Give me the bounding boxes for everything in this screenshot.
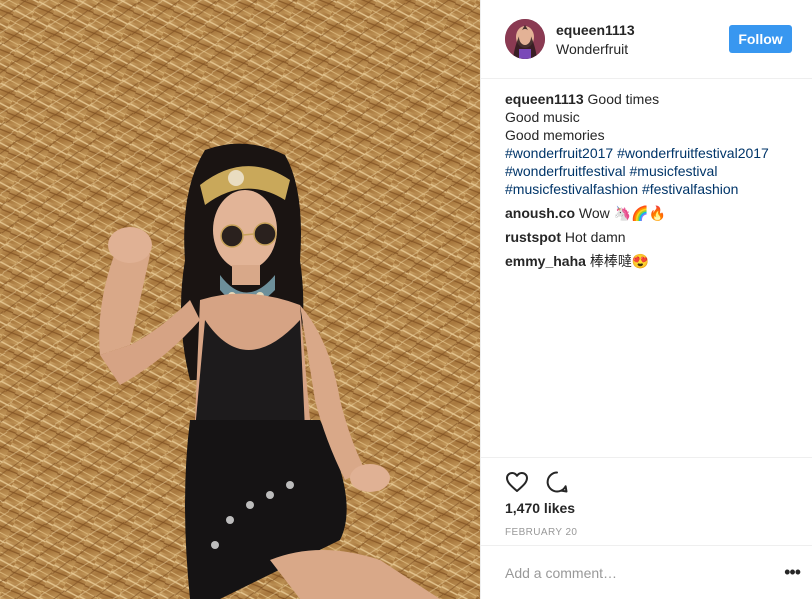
comment-text: Wow 🦄🌈🔥 xyxy=(578,205,666,221)
caption-line-1: Good times xyxy=(587,91,660,107)
post-author-username[interactable]: equeen1113 xyxy=(556,22,635,38)
likes-count[interactable]: 1,470 likes xyxy=(505,500,575,516)
heart-icon[interactable] xyxy=(505,470,529,494)
caption-line-2: Good music xyxy=(505,109,580,125)
hashtag-link[interactable]: #wonderfruit2017 xyxy=(505,145,613,161)
photo-illustration xyxy=(0,0,480,599)
avatar[interactable] xyxy=(505,19,545,59)
post-caption: equeen1113 Good times Good music Good me… xyxy=(505,90,800,198)
post-actions xyxy=(481,457,812,493)
post-location[interactable]: Wonderfruit xyxy=(556,41,628,57)
post-header: equeen1113 Wonderfruit Follow xyxy=(481,0,812,79)
comment-item: emmy_haha 棒棒噠😍 xyxy=(505,252,800,270)
follow-button[interactable]: Follow xyxy=(729,25,792,53)
caption-username[interactable]: equeen1113 xyxy=(505,91,584,107)
post-side-panel: equeen1113 Wonderfruit Follow equeen1113… xyxy=(480,0,812,599)
avatar-image xyxy=(505,19,545,59)
comment-item: anoush.co Wow 🦄🌈🔥 xyxy=(505,204,800,222)
comment-username[interactable]: rustspot xyxy=(505,229,561,245)
comment-username[interactable]: anoush.co xyxy=(505,205,575,221)
comment-item: rustspot Hot damn xyxy=(505,228,800,246)
comment-text: Hot damn xyxy=(564,229,626,245)
caption-line-3: Good memories xyxy=(505,127,605,143)
more-options-icon[interactable]: ••• xyxy=(784,562,801,583)
caption-hashtags: #wonderfruit2017 #wonderfruitfestival201… xyxy=(505,144,800,198)
hashtag-link[interactable]: #festivalfashion xyxy=(642,181,739,197)
instagram-post: equeen1113 Wonderfruit Follow equeen1113… xyxy=(0,0,812,599)
comment-text: 棒棒噠😍 xyxy=(589,253,650,269)
post-date[interactable]: FEBRUARY 20 xyxy=(505,527,577,538)
hashtag-link[interactable]: #musicfestival xyxy=(630,163,718,179)
add-comment-input[interactable]: Add a comment… xyxy=(505,565,617,581)
post-photo[interactable] xyxy=(0,0,480,599)
comments-list: equeen1113 Good times Good music Good me… xyxy=(505,90,800,270)
comment-username[interactable]: emmy_haha xyxy=(505,253,586,269)
action-icons xyxy=(505,470,569,494)
hashtag-link[interactable]: #wonderfruitfestival xyxy=(505,163,626,179)
hashtag-link[interactable]: #wonderfruitfestival2017 xyxy=(617,145,769,161)
add-comment-bar: Add a comment… ••• xyxy=(481,545,812,600)
comment-bubble-icon[interactable] xyxy=(545,470,569,494)
hashtag-link[interactable]: #musicfestivalfashion xyxy=(505,181,638,197)
